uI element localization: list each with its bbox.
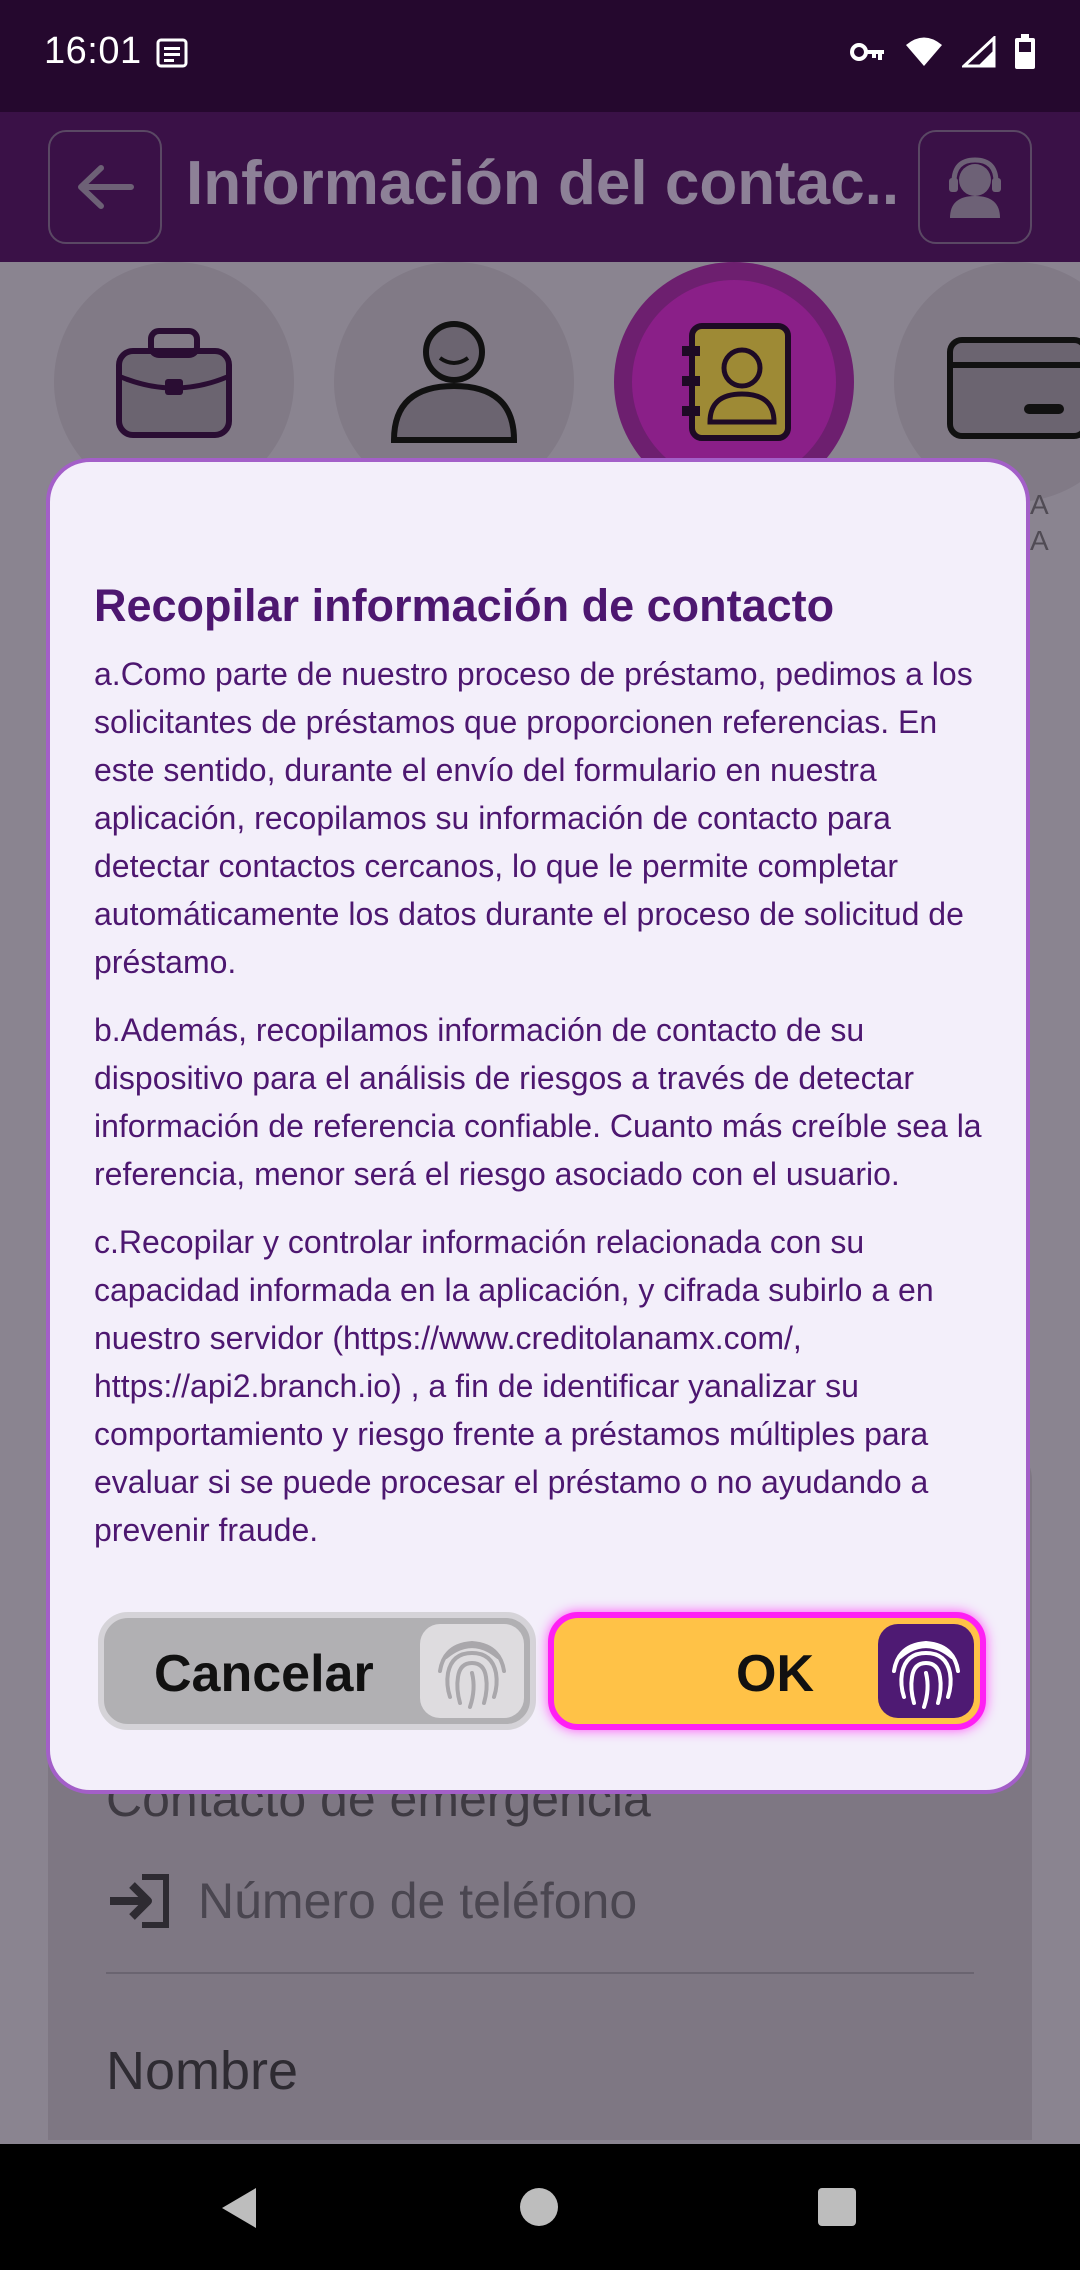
contact-permission-dialog: Recopilar información de contacto a.Como… bbox=[46, 458, 1030, 1794]
battery-icon bbox=[1014, 34, 1036, 75]
customer-service-button[interactable] bbox=[918, 130, 1032, 244]
contact-book-icon bbox=[682, 323, 791, 441]
fingerprint-icon bbox=[420, 1624, 524, 1718]
cancel-button[interactable]: Cancelar bbox=[98, 1612, 536, 1730]
step-label-partial: AA bbox=[1030, 489, 1049, 556]
status-bar: 16:01 bbox=[0, 0, 1080, 112]
divider bbox=[106, 1972, 974, 1974]
dialog-paragraph-b: b.Además, recopilamos información de con… bbox=[94, 1012, 982, 1192]
page-title: Información del contac.. bbox=[186, 149, 900, 218]
dialog-paragraph-c: c.Recopilar y controlar información rela… bbox=[94, 1224, 934, 1548]
notification-icon bbox=[156, 38, 188, 73]
vpn-key-icon bbox=[850, 41, 886, 68]
app-bar: Información del contac.. bbox=[0, 112, 1080, 262]
back-button[interactable] bbox=[48, 130, 162, 244]
fingerprint-icon bbox=[878, 1624, 974, 1718]
system-nav-bar bbox=[0, 2144, 1080, 2270]
login-arrow-icon bbox=[110, 1874, 169, 1928]
briefcase-icon bbox=[116, 328, 232, 438]
headset-agent-icon bbox=[949, 157, 1001, 218]
ok-button-label: OK bbox=[736, 1645, 814, 1703]
nav-home-icon[interactable] bbox=[520, 2188, 558, 2226]
nav-back-icon[interactable] bbox=[218, 2186, 258, 2235]
cancel-button-label: Cancelar bbox=[154, 1645, 374, 1703]
person-icon bbox=[390, 321, 518, 443]
signal-icon bbox=[960, 34, 996, 73]
phone-number-field[interactable]: Número de teléfono bbox=[106, 1872, 637, 1930]
wifi-icon bbox=[904, 36, 944, 73]
dialog-body: a.Como parte de nuestro proceso de prést… bbox=[94, 650, 994, 1574]
ok-button[interactable]: OK bbox=[548, 1612, 986, 1730]
phone-number-label: Número de teléfono bbox=[198, 1873, 638, 1929]
status-time: 16:01 bbox=[44, 30, 142, 72]
arrow-left-icon bbox=[78, 165, 134, 209]
dialog-paragraph-a: a.Como parte de nuestro proceso de prést… bbox=[94, 656, 973, 980]
name-label: Nombre bbox=[106, 2041, 299, 2101]
card-icon bbox=[947, 337, 1080, 439]
nav-recent-apps-icon[interactable] bbox=[818, 2188, 856, 2226]
dialog-title: Recopilar información de contacto bbox=[94, 580, 835, 631]
